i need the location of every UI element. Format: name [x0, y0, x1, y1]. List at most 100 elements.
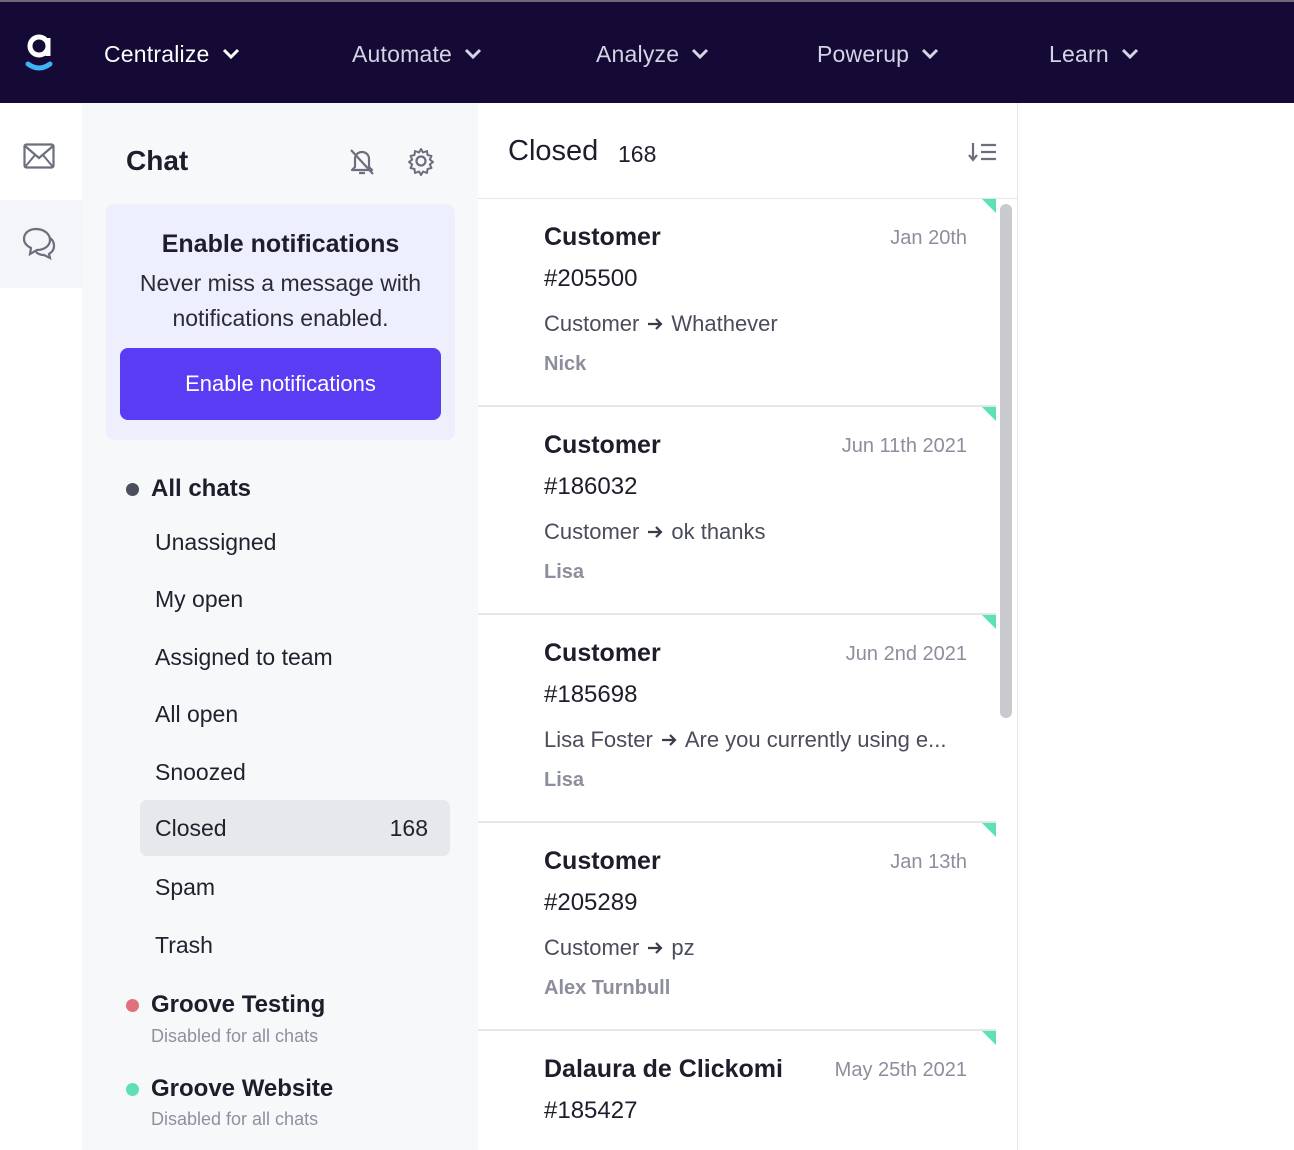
sidebar-title: Chat — [126, 145, 189, 176]
group-subtitle: Disabled for all chats — [151, 1026, 319, 1046]
nav-learn[interactable]: Learn — [1049, 38, 1139, 70]
preview-message: pz — [671, 935, 695, 960]
group-subtitle: Disabled for all chats — [151, 1109, 319, 1129]
group-groove-website[interactable]: Groove Website — [126, 1075, 333, 1103]
rail-mail-button[interactable] — [0, 103, 82, 200]
folder-label: All open — [155, 700, 239, 727]
folder-spam[interactable]: Spam — [140, 859, 450, 915]
conversation-contact: Customer — [544, 639, 661, 667]
conversation-number: #185698 — [544, 681, 638, 708]
folder-count: 168 — [389, 814, 428, 841]
folder-trash[interactable]: Trash — [140, 917, 450, 973]
group-label: Groove Website — [151, 1075, 334, 1102]
group-status-dot — [126, 998, 139, 1012]
preview-message: ok thanks — [671, 519, 766, 544]
bell-off-icon[interactable] — [346, 145, 378, 177]
conversation-preview: Customer pz — [544, 935, 964, 961]
conversation-card[interactable]: Dalaura de Clickomi May 25th 2021 #18542… — [478, 1031, 996, 1150]
conversation-preview: Customer ok thanks — [544, 519, 964, 545]
folder-closed[interactable]: Closed 168 — [140, 800, 450, 856]
conversation-number: #185427 — [544, 1097, 638, 1124]
sort-icon[interactable] — [968, 141, 998, 163]
group-label: Groove Testing — [151, 991, 326, 1018]
preview-sender: Lisa Foster — [544, 727, 653, 752]
assigned-agent: Lisa — [544, 561, 585, 583]
conversation-contact: Customer — [544, 847, 661, 875]
chevron-down-icon — [692, 48, 709, 60]
nav-powerup-label: Powerup — [817, 40, 910, 67]
list-title: Closed — [508, 135, 599, 167]
notification-prompt-title: Enable notifications — [161, 230, 400, 258]
enable-notifications-button[interactable]: Enable notifications — [120, 348, 441, 420]
preview-message: Are you currently using e... — [684, 727, 947, 752]
conversation-date: May 25th 2021 — [834, 1059, 967, 1081]
conversation-contact: Dalaura de Clickomi — [544, 1055, 783, 1083]
arrow-right-icon — [661, 734, 677, 746]
conversation-number: #186032 — [544, 473, 638, 500]
group-status-dot — [126, 1082, 139, 1096]
unread-indicator — [982, 199, 996, 213]
list-scrollbar[interactable] — [1000, 204, 1012, 718]
conversation-date: Jan 13th — [890, 851, 967, 873]
preview-sender: Customer — [544, 311, 640, 336]
conversation-list: Closed 168 Customer Jan 20th #205500 Cus… — [478, 103, 1018, 1150]
unread-indicator — [982, 823, 996, 837]
assigned-agent: Alex Turnbull — [544, 977, 671, 999]
all-chats-label: All chats — [151, 475, 252, 502]
list-header: Closed 168 — [478, 103, 1017, 199]
conversation-contact: Customer — [544, 431, 661, 459]
arrow-right-icon — [648, 942, 663, 954]
preview-sender: Customer — [544, 519, 640, 544]
mail-icon — [23, 143, 55, 169]
arrow-right-icon — [648, 526, 663, 538]
folder-all-open[interactable]: All open — [140, 686, 450, 742]
folder-label: Snoozed — [155, 758, 246, 785]
nav-analyze[interactable]: Analyze — [596, 38, 709, 70]
unread-indicator — [982, 407, 996, 421]
groove-logo-icon[interactable] — [22, 32, 56, 76]
folder-my-open[interactable]: My open — [140, 571, 450, 627]
conversation-date: Jun 2nd 2021 — [845, 643, 967, 665]
notification-prompt-body: Never miss a message with notifications … — [139, 270, 422, 331]
nav-centralize[interactable]: Centralize — [104, 38, 240, 70]
conversation-card[interactable]: Customer Jan 20th #205500 Customer Whath… — [478, 199, 996, 407]
preview-message: Whathever — [671, 311, 778, 336]
nav-analyze-label: Analyze — [596, 40, 680, 67]
nav-automate-label: Automate — [352, 40, 453, 67]
chat-sidebar: Chat Enable notifications Never miss a m… — [82, 103, 478, 1150]
conversation-number: #205500 — [544, 265, 638, 292]
chat-bubbles-icon — [22, 227, 56, 260]
folder-unassigned[interactable]: Unassigned — [140, 514, 450, 570]
list-count: 168 — [618, 141, 657, 167]
chevron-down-icon — [464, 48, 482, 60]
folder-label: Closed — [155, 814, 227, 841]
top-navigation: Centralize Automate Analyze Powerup Lear… — [0, 0, 1294, 103]
arrow-right-icon — [648, 318, 663, 330]
all-chats-header[interactable]: All chats — [126, 475, 251, 503]
conversation-detail-pane — [1018, 103, 1294, 1150]
unread-indicator — [982, 1031, 996, 1045]
nav-powerup[interactable]: Powerup — [817, 38, 939, 70]
chevron-down-icon — [922, 48, 939, 60]
conversation-card[interactable]: Customer Jan 13th #205289 Customer pz Al… — [478, 823, 996, 1031]
unread-indicator — [982, 615, 996, 629]
nav-learn-label: Learn — [1049, 40, 1109, 67]
folder-label: My open — [155, 585, 244, 612]
folder-assigned-to-team[interactable]: Assigned to team — [140, 629, 450, 685]
conversation-preview: Lisa Foster Are you currently using e... — [544, 727, 964, 753]
group-groove-testing[interactable]: Groove Testing — [126, 991, 325, 1019]
rail-chat-button[interactable] — [0, 200, 82, 288]
all-chats-dot — [126, 482, 139, 496]
folder-label: Assigned to team — [155, 643, 333, 670]
conversation-card[interactable]: Customer Jun 11th 2021 #186032 Customer … — [478, 407, 996, 615]
app-rail — [0, 103, 82, 1150]
conversation-date: Jun 11th 2021 — [841, 435, 967, 457]
preview-sender: Customer — [544, 935, 640, 960]
nav-automate[interactable]: Automate — [352, 38, 482, 70]
conversation-card[interactable]: Customer Jun 2nd 2021 #185698 Lisa Foste… — [478, 615, 996, 823]
folder-label: Unassigned — [155, 528, 277, 555]
gear-icon[interactable] — [405, 145, 437, 177]
nav-centralize-label: Centralize — [104, 40, 210, 67]
folder-snoozed[interactable]: Snoozed — [140, 744, 450, 800]
assigned-agent: Nick — [544, 353, 587, 375]
